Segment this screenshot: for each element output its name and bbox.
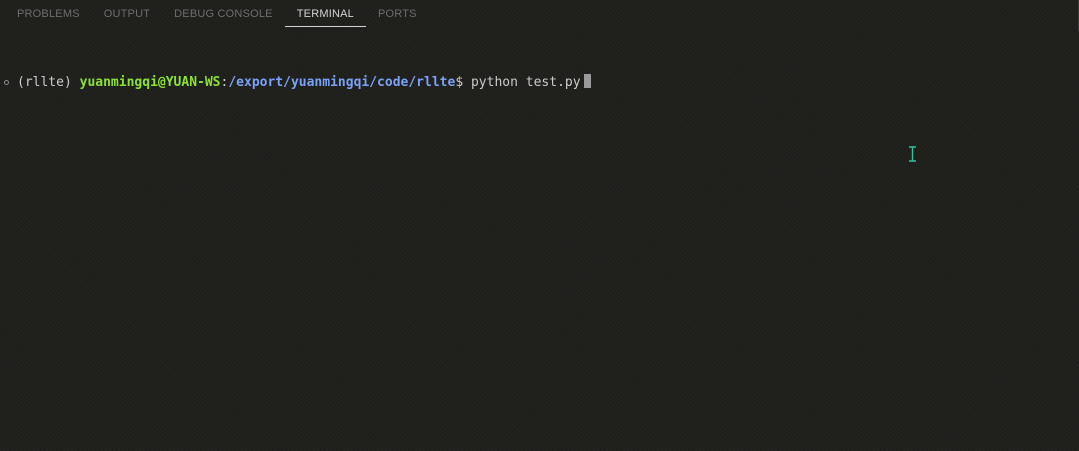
- tab-terminal[interactable]: TERMINAL: [284, 0, 366, 27]
- working-directory: /export/yuanmingqi/code/rllte: [228, 75, 456, 90]
- terminal-command-line: (rllte) yuanmingqi@YUAN-WS:/export/yuanm…: [0, 74, 1079, 92]
- panel-tab-bar: PROBLEMS OUTPUT DEBUG CONSOLE TERMINAL P…: [0, 0, 1079, 30]
- terminal-output[interactable]: (rllte) yuanmingqi@YUAN-WS:/export/yuanm…: [0, 38, 1079, 128]
- terminal-panel: PROBLEMS OUTPUT DEBUG CONSOLE TERMINAL P…: [0, 0, 1079, 451]
- tab-ports[interactable]: PORTS: [366, 0, 429, 26]
- terminal-cursor: [583, 74, 591, 88]
- tab-problems[interactable]: PROBLEMS: [0, 0, 92, 26]
- user-host: yuanmingqi@YUAN-WS: [79, 75, 221, 90]
- tab-debug-console[interactable]: DEBUG CONSOLE: [162, 0, 285, 26]
- command-text: python test.py: [470, 75, 581, 90]
- prompt-symbol: $: [455, 75, 464, 90]
- conda-env: (rllte): [17, 75, 72, 90]
- text-cursor-ibeam-icon: [909, 146, 916, 162]
- tab-output[interactable]: OUTPUT: [92, 0, 162, 26]
- circle-decoration-icon: [4, 80, 9, 85]
